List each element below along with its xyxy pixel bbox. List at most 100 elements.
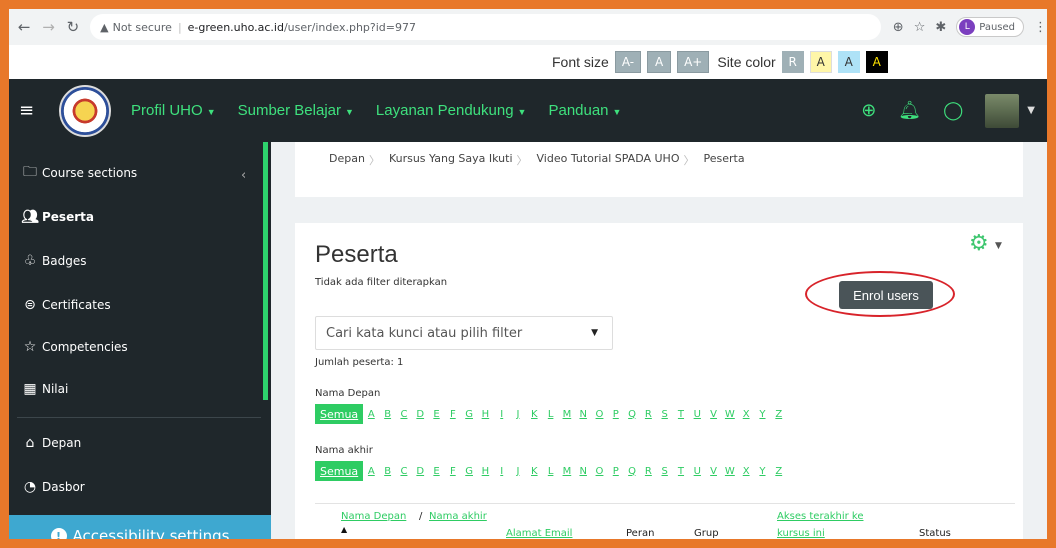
letter-filter-i[interactable]: I <box>494 466 510 477</box>
breadcrumb-kursus[interactable]: Kursus Yang Saya Ikuti <box>369 152 525 168</box>
letter-filter-u[interactable]: U <box>689 409 705 420</box>
letter-filter-q[interactable]: Q <box>624 466 640 477</box>
font-decrease-button[interactable]: A- <box>614 51 642 73</box>
letter-filter-k[interactable]: K <box>526 466 542 477</box>
user-avatar[interactable] <box>985 93 1020 128</box>
letter-filter-g[interactable]: G <box>461 409 477 420</box>
letter-filter-e[interactable]: E <box>428 409 444 420</box>
letter-filter-r[interactable]: R <box>640 466 656 477</box>
letter-filter-r[interactable]: R <box>640 409 656 420</box>
letter-filter-a[interactable]: A <box>363 466 379 477</box>
color-reset-button[interactable]: R <box>781 51 804 73</box>
zoom-icon[interactable]: ⊕ <box>893 20 904 35</box>
col-email[interactable]: Alamat Email <box>506 528 572 539</box>
letter-filter-j[interactable]: J <box>510 466 526 477</box>
letter-filter-t[interactable]: T <box>673 409 689 420</box>
menu-dots-icon[interactable]: ⋮ <box>1034 20 1047 35</box>
menu-panduan[interactable]: Panduan ▼ <box>548 102 621 119</box>
letter-filter-e[interactable]: E <box>428 466 444 477</box>
reload-icon[interactable]: ↻ <box>64 17 82 37</box>
sidebar-item-course-sections[interactable]: 🗀︎ Course sections <box>21 164 137 182</box>
letter-all-button[interactable]: Semua <box>315 404 364 424</box>
hamburger-icon[interactable]: ≡ <box>19 100 41 121</box>
col-last-name[interactable]: Nama akhir <box>429 511 487 522</box>
collapse-chevron-icon[interactable]: ‹ <box>241 168 246 183</box>
menu-profil-uho[interactable]: Profil UHO ▼ <box>131 102 216 119</box>
letter-filter-f[interactable]: F <box>445 409 461 420</box>
breadcrumb-video-tutorial[interactable]: Video Tutorial SPADA UHO <box>517 152 692 168</box>
letter-filter-s[interactable]: S <box>657 409 673 420</box>
letter-filter-b[interactable]: B <box>379 409 395 420</box>
forward-icon[interactable]: → <box>39 17 57 37</box>
letter-filter-z[interactable]: Z <box>771 466 787 477</box>
letter-filter-c[interactable]: C <box>396 409 412 420</box>
breadcrumb-depan[interactable]: Depan <box>317 152 377 165</box>
letter-filter-h[interactable]: H <box>477 409 493 420</box>
letter-filter-g[interactable]: G <box>461 466 477 477</box>
letter-filter-v[interactable]: V <box>705 466 721 477</box>
letter-filter-i[interactable]: I <box>494 409 510 420</box>
letter-filter-l[interactable]: L <box>542 409 558 420</box>
chat-icon[interactable]: ◯ <box>943 100 963 121</box>
col-first-name[interactable]: Nama Depan <box>341 511 406 522</box>
letter-filter-t[interactable]: T <box>673 466 689 477</box>
menu-sumber-belajar[interactable]: Sumber Belajar ▼ <box>238 102 354 119</box>
profile-button[interactable]: L Paused <box>956 17 1025 37</box>
letter-filter-y[interactable]: Y <box>754 466 770 477</box>
font-reset-button[interactable]: A <box>647 51 672 73</box>
letter-filter-x[interactable]: X <box>738 409 754 420</box>
letter-filter-h[interactable]: H <box>477 466 493 477</box>
letter-filter-q[interactable]: Q <box>624 409 640 420</box>
letter-filter-m[interactable]: M <box>559 409 575 420</box>
letter-filter-o[interactable]: O <box>591 409 607 420</box>
letter-filter-a[interactable]: A <box>363 409 379 420</box>
sidebar-item-dasbor[interactable]: ◔ Dasbor <box>21 478 85 496</box>
sidebar-item-badges[interactable]: ♧ Badges <box>21 252 87 270</box>
color-contrast-button[interactable]: A <box>865 51 888 73</box>
letter-filter-l[interactable]: L <box>542 466 558 477</box>
sidebar-item-certificates[interactable]: ⊜ Certificates <box>21 296 110 314</box>
university-logo[interactable] <box>59 84 111 137</box>
letter-filter-n[interactable]: N <box>575 409 591 420</box>
letter-filter-u[interactable]: U <box>689 466 705 477</box>
sidebar-item-nilai[interactable]: ▦ Nilai <box>21 380 68 398</box>
letter-filter-d[interactable]: D <box>412 466 428 477</box>
letter-filter-x[interactable]: X <box>738 466 754 477</box>
address-bar[interactable]: ▲ Not secure | e-green.uho.ac.id /user/i… <box>90 14 881 40</box>
letter-filter-w[interactable]: W <box>722 466 738 477</box>
bell-icon[interactable]: 🔔︎ <box>898 100 921 121</box>
caret-down-icon[interactable]: ▼ <box>995 241 1002 251</box>
letter-filter-j[interactable]: J <box>510 409 526 420</box>
filter-select[interactable]: Cari kata kunci atau pilih filter ▼ <box>315 316 613 350</box>
letter-filter-w[interactable]: W <box>722 409 738 420</box>
letter-filter-k[interactable]: K <box>526 409 542 420</box>
sidebar-item-depan[interactable]: ⌂ Depan <box>21 434 82 452</box>
letter-filter-m[interactable]: M <box>559 466 575 477</box>
caret-down-icon[interactable]: ▼ <box>1027 105 1035 116</box>
sidebar-scrollbar[interactable] <box>263 142 268 400</box>
color-blue-button[interactable]: A <box>837 51 860 73</box>
letter-filter-b[interactable]: B <box>379 466 395 477</box>
letter-filter-p[interactable]: P <box>608 466 624 477</box>
letter-filter-o[interactable]: O <box>591 466 607 477</box>
letter-filter-s[interactable]: S <box>657 466 673 477</box>
col-last-access-line2[interactable]: kursus ini <box>777 528 825 539</box>
gear-icon[interactable]: ⚙ <box>969 231 989 256</box>
font-increase-button[interactable]: A+ <box>677 51 710 73</box>
letter-filter-c[interactable]: C <box>396 466 412 477</box>
letter-filter-f[interactable]: F <box>445 466 461 477</box>
letter-filter-p[interactable]: P <box>608 409 624 420</box>
sidebar-item-peserta[interactable]: 👥︎ Peserta <box>21 208 94 226</box>
sidebar-item-competencies[interactable]: ☆ Competencies <box>21 338 128 356</box>
color-yellow-button[interactable]: A <box>809 51 832 73</box>
letter-filter-y[interactable]: Y <box>754 409 770 420</box>
extensions-icon[interactable]: ✱ <box>935 20 946 35</box>
star-icon[interactable]: ☆ <box>914 20 926 35</box>
letter-all-button[interactable]: Semua <box>315 461 364 481</box>
letter-filter-n[interactable]: N <box>575 466 591 477</box>
back-icon[interactable]: ← <box>15 17 33 37</box>
accessibility-settings-button[interactable]: ! Accessibility settings <box>9 515 271 539</box>
menu-layanan-pendukung[interactable]: Layanan Pendukung ▼ <box>376 102 527 119</box>
letter-filter-d[interactable]: D <box>412 409 428 420</box>
col-last-access-line1[interactable]: Akses terakhir ke <box>777 511 863 522</box>
